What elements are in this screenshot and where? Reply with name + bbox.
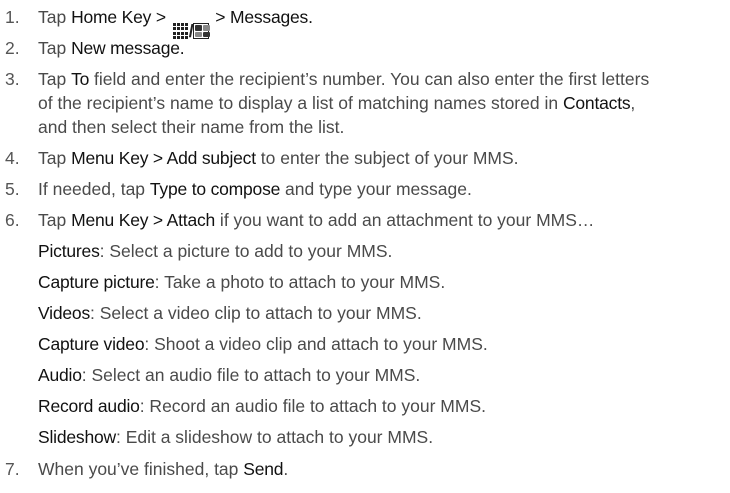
step-text: > Messages. <box>210 7 313 27</box>
step-3-line-3: and then select their name from the list… <box>38 116 344 138</box>
step-text: Tap <box>38 7 72 27</box>
new-message-label: New message. <box>71 38 185 58</box>
step-5: 5. If needed, tap Type to compose and typ… <box>5 178 472 200</box>
step-text: Tap <box>38 69 72 89</box>
step-text: When you’ve finished, tap <box>38 459 244 479</box>
step-text: and type your message. <box>280 179 472 199</box>
option-label: Capture video <box>38 334 145 354</box>
option-desc: : Select a video clip to attach to your … <box>90 303 422 323</box>
step-text: and then select their name from the list… <box>38 117 345 137</box>
step-number: 6. <box>5 210 20 230</box>
send-label: Send <box>243 459 284 479</box>
step-number: 2. <box>5 38 20 58</box>
attach-option-record-audio: Record audio: Record an audio file to at… <box>38 395 486 417</box>
to-field-label: To <box>71 69 90 89</box>
option-label: Capture picture <box>38 272 155 292</box>
step-text: to enter the subject of your MMS. <box>255 148 519 168</box>
attach-option-videos: Videos: Select a video clip to attach to… <box>38 302 422 324</box>
step-3-line-2: of the recipient’s name to display a lis… <box>38 92 635 114</box>
option-label: Audio <box>38 365 82 385</box>
option-label: Record audio <box>38 396 140 416</box>
step-text: , <box>630 93 636 113</box>
attach-option-pictures: Pictures: Select a picture to add to you… <box>38 240 392 262</box>
option-desc: : Record an audio file to attach to your… <box>139 396 486 416</box>
option-label: Pictures <box>38 241 100 261</box>
step-2: 2. Tap New message. <box>5 37 185 59</box>
step-text: Tap <box>38 210 72 230</box>
step-7: 7. When you’ve finished, tap Send. <box>5 458 288 480</box>
step-text: Tap <box>38 148 72 168</box>
attach-option-audio: Audio: Select an audio file to attach to… <box>38 364 420 386</box>
step-4: 4. Tap Menu Key > Add subject to enter th… <box>5 147 519 169</box>
step-3: 3. Tap To field and enter the recipient’s… <box>5 68 649 90</box>
attach-label: Menu Key > Attach <box>71 210 216 230</box>
contacts-label: Contacts <box>562 93 631 113</box>
attach-option-capture-video: Capture video: Shoot a video clip and at… <box>38 333 488 355</box>
step-text: if you want to add an attachment to your… <box>215 210 595 230</box>
option-label: Slideshow <box>38 427 116 447</box>
step-number: 4. <box>5 148 20 168</box>
step-text: Tap <box>38 38 72 58</box>
step-6: 6. Tap Menu Key > Attach if you want to a… <box>5 209 594 231</box>
type-to-compose-label: Type to compose <box>149 179 281 199</box>
step-number: 1. <box>5 7 20 27</box>
step-text: field and enter the recipient’s number. … <box>89 69 650 89</box>
option-desc: : Select a picture to add to your MMS. <box>99 241 393 261</box>
attach-option-slideshow: Slideshow: Edit a slideshow to attach to… <box>38 426 433 448</box>
tiles-apps-icon <box>192 23 210 39</box>
home-key-label: Home Key > <box>71 7 166 27</box>
step-number: 3. <box>5 69 20 89</box>
step-text: . <box>283 459 289 479</box>
option-label: Videos <box>38 303 90 323</box>
add-subject-label: Menu Key > Add subject <box>71 148 256 168</box>
option-desc: : Select an audio file to attach to your… <box>81 365 421 385</box>
option-desc: : Take a photo to attach to your MMS. <box>154 272 446 292</box>
step-number: 7. <box>5 459 20 479</box>
step-text: If needed, tap <box>38 179 150 199</box>
option-desc: : Edit a slideshow to attach to your MMS… <box>115 427 434 447</box>
option-desc: : Shoot a video clip and attach to your … <box>144 334 488 354</box>
step-text: of the recipient’s name to display a lis… <box>38 93 563 113</box>
attach-option-capture-picture: Capture picture: Take a photo to attach … <box>38 271 445 293</box>
step-number: 5. <box>5 179 20 199</box>
